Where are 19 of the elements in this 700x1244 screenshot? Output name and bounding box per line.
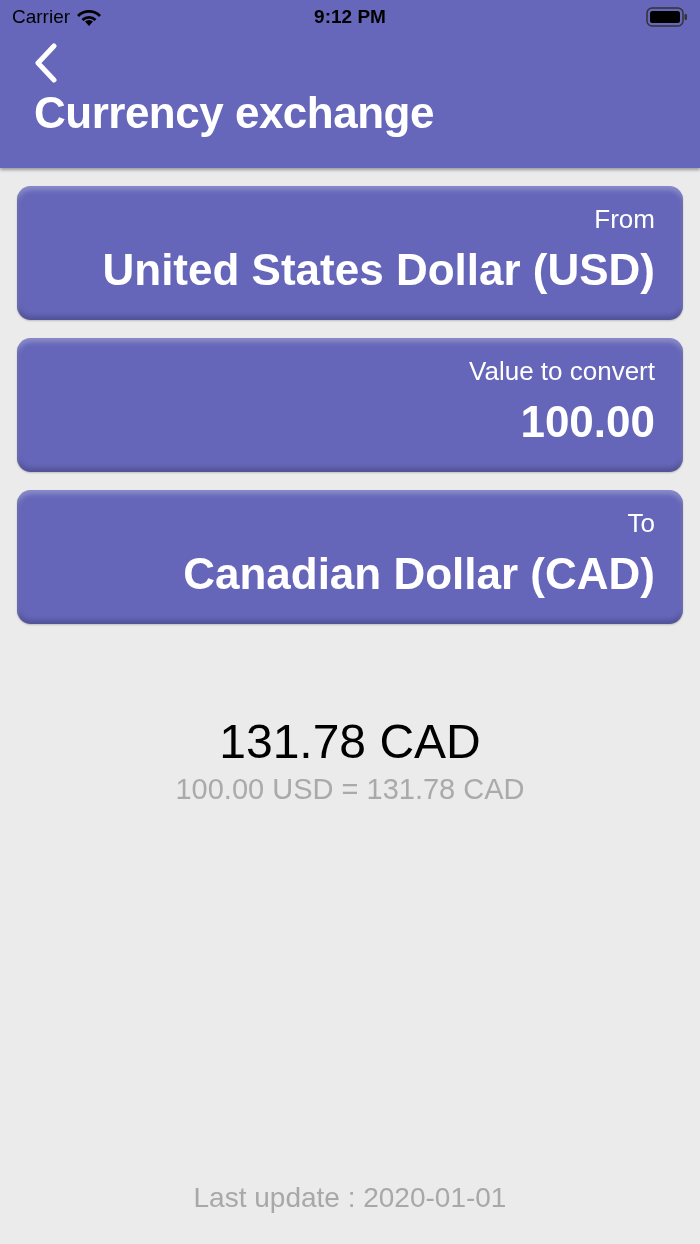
field-label: From: [594, 204, 655, 235]
last-update-label: Last update : 2020-01-01: [193, 1182, 507, 1214]
conversion-rate: 100.00 USD = 131.78 CAD: [175, 773, 525, 806]
status-time: 9:12 PM: [314, 6, 386, 28]
chevron-left-icon: [33, 43, 59, 83]
converted-amount: 131.78 CAD: [219, 714, 481, 769]
battery-icon: [646, 7, 688, 27]
field-label: To: [627, 508, 655, 539]
currency-field[interactable]: From United States Dollar (USD): [17, 186, 683, 320]
field-label: Value to convert: [469, 356, 655, 387]
wifi-icon: [76, 7, 103, 27]
currency-field[interactable]: Value to convert 100.00: [17, 338, 683, 472]
carrier-label: Carrier: [12, 6, 71, 28]
field-value: Canadian Dollar (CAD): [183, 549, 655, 599]
currency-field[interactable]: To Canadian Dollar (CAD): [17, 490, 683, 624]
page-title: Currency exchange: [34, 88, 435, 138]
back-button[interactable]: [32, 42, 60, 84]
field-value: 100.00: [520, 397, 655, 447]
field-value: United States Dollar (USD): [102, 245, 655, 295]
